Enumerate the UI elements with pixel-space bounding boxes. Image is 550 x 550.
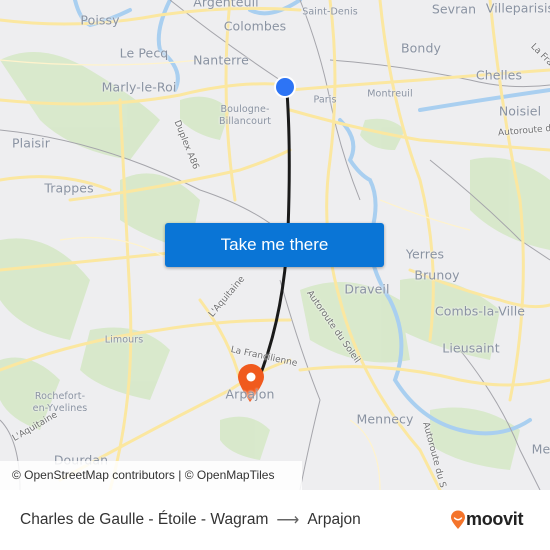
place-label-chelles: Chelles [475, 67, 523, 83]
origin-marker[interactable] [274, 76, 296, 98]
take-me-there-button[interactable]: Take me there [165, 223, 384, 267]
arrow-right-icon: ⟶ [276, 512, 300, 529]
place-label-melun: Me [531, 441, 550, 457]
place-label-lieusaint: Lieusaint [442, 340, 500, 356]
place-label-limours: Limours [104, 334, 144, 346]
place-label-sevran: Sevran [431, 1, 477, 17]
place-label-colombes: Colombes [223, 18, 287, 34]
route-destination: Arpajon [307, 511, 361, 528]
place-label-villeparisis: Villeparisis [485, 0, 550, 16]
footer: Charles de Gaulle - Étoile - Wagram ⟶ Ar… [0, 490, 550, 550]
place-label-yerres: Yerres [405, 246, 445, 262]
place-label-bondy: Bondy [401, 40, 441, 56]
route-summary: Charles de Gaulle - Étoile - Wagram ⟶ Ar… [20, 510, 361, 530]
place-label-mennecy: Mennecy [356, 411, 414, 427]
map[interactable]: Argenteuil Poissy Colombes Saint-Denis S… [0, 0, 550, 490]
route-origin: Charles de Gaulle - Étoile - Wagram [20, 511, 269, 528]
place-label-poissy: Poissy [80, 12, 120, 28]
place-label-marly-le-roi: Marly-le-Roi [101, 79, 177, 95]
moovit-wordmark: moovit [466, 509, 524, 529]
place-label-montreuil: Montreuil [367, 88, 413, 100]
place-label-combs-la-ville: Combs-la-Ville [434, 303, 526, 319]
place-label-plaisir: Plaisir [12, 135, 50, 151]
map-attribution[interactable]: © OpenStreetMap contributors | © OpenMap… [0, 461, 302, 490]
moovit-logo[interactable]: moovit [450, 509, 524, 530]
place-label-trappes: Trappes [44, 180, 94, 196]
place-label-draveil: Draveil [344, 281, 390, 297]
moovit-pin-icon [451, 510, 465, 529]
place-label-paris: Paris [313, 94, 337, 106]
place-label-arpajon: Arpajon [225, 386, 275, 402]
place-label-boulogne-billancourt: Boulogne- Billancourt [218, 104, 272, 127]
place-label-noisiel: Noisiel [498, 103, 542, 119]
place-label-saint-denis: Saint-Denis [302, 6, 358, 18]
place-label-brunoy: Brunoy [414, 267, 460, 283]
place-label-nanterre: Nanterre [193, 52, 249, 68]
place-label-le-pecq: Le Pecq [119, 45, 169, 61]
place-label-rochefort-en-yvelines: Rochefort- en-Yvelines [32, 391, 88, 414]
place-label-argenteuil: Argenteuil [193, 0, 259, 10]
